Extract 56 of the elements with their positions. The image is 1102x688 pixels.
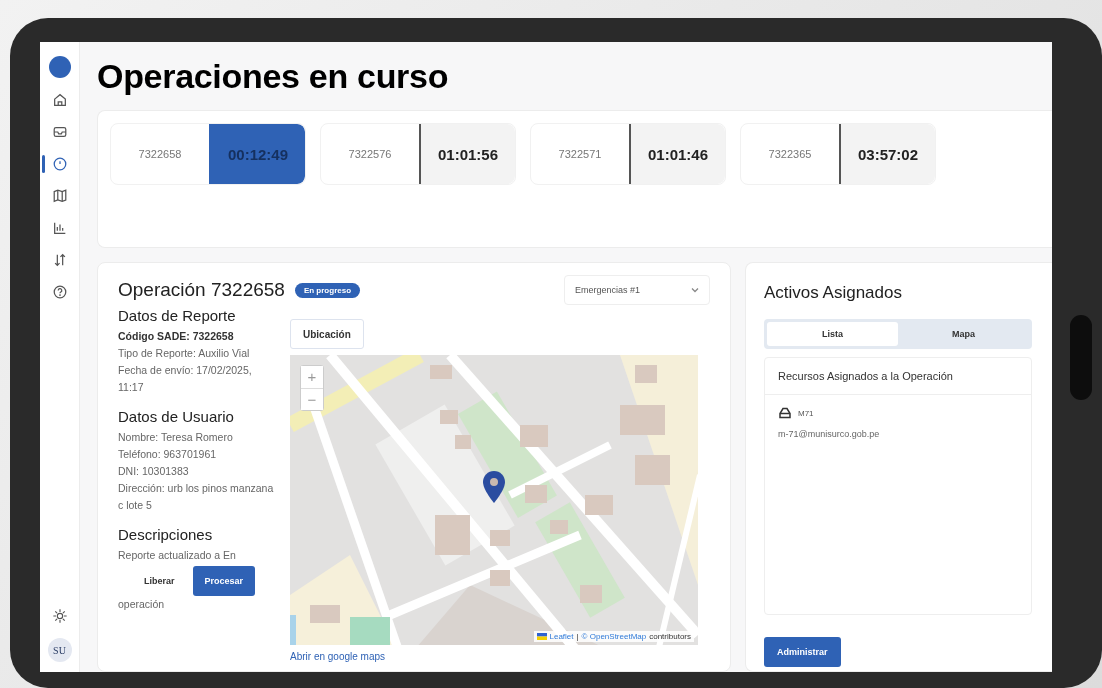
operation-code: 7322576: [347, 147, 393, 162]
info-text: Teléfono: 963701961: [118, 447, 218, 462]
operation-code: 7322658: [137, 147, 183, 162]
map-icon: [51, 188, 68, 204]
info-text: Fecha de envío: 17/02/2025, 11:17: [118, 363, 253, 395]
clock-icon: [51, 156, 68, 172]
inbox-icon: [51, 124, 68, 140]
resource-email: m-71@munisurco.gob.pe: [778, 429, 881, 439]
dropdown-value: Emergencias #1: [575, 285, 641, 295]
location-tab[interactable]: Ubicación: [290, 319, 364, 349]
operation-tab[interactable]: 7322365 03:57:02: [740, 123, 936, 185]
operation-title: Operación 7322658: [118, 279, 285, 301]
page-title: Operaciones en curso: [97, 56, 450, 96]
description-text: Reporte actualizado a En: [118, 548, 237, 563]
section-heading: Descripciones: [118, 526, 214, 543]
operation-timer: 01:01:56: [419, 124, 515, 184]
info-text: DNI: 10301383: [118, 464, 190, 479]
openstreetmap-link[interactable]: © OpenStreetMap: [581, 632, 647, 641]
sun-icon[interactable]: [51, 608, 68, 624]
status-badge: En progreso: [294, 282, 361, 298]
operation-tab[interactable]: 7322576 01:01:56: [320, 123, 516, 185]
user-avatar[interactable]: SU: [47, 638, 72, 662]
operation-timer: 03:57:02: [839, 124, 935, 184]
operation-timer: 01:01:46: [629, 124, 725, 184]
chevron-down-icon: [691, 286, 699, 294]
report-code: Código SADE: 7322658: [118, 329, 235, 344]
vehicle-icon: [778, 407, 792, 419]
home-icon: [51, 92, 68, 108]
resource-name: M71: [798, 408, 814, 418]
view-tab[interactable]: Mapa: [898, 322, 1029, 346]
description-text: operación: [118, 597, 166, 612]
app-logo: [48, 56, 71, 78]
google-maps-link[interactable]: Abrir en google maps: [290, 651, 386, 663]
location-pin-icon: [482, 470, 506, 504]
info-text: Dirección: urb los pinos manzana c lote 5: [118, 481, 275, 513]
operation-tab[interactable]: 7322658 00:12:49: [110, 123, 306, 185]
leaflet-link[interactable]: Leaflet: [549, 632, 574, 641]
flag-icon: [536, 633, 547, 640]
operation-tab[interactable]: 7322571 01:01:46: [530, 123, 726, 185]
section-heading: Datos de Usuario: [118, 408, 235, 425]
manage-button[interactable]: Administrar: [764, 637, 841, 667]
attribution-separator: |: [576, 632, 579, 641]
operation-code: 7322571: [557, 147, 603, 162]
card-title: Recursos Asignados a la Operación: [765, 358, 1031, 395]
info-text: Tipo de Reporte: Auxilio Vial: [118, 346, 251, 361]
emergency-dropdown[interactable]: Emergencias #1: [564, 275, 710, 305]
info-text: Nombre: Teresa Romero: [118, 430, 234, 445]
help-icon: [51, 284, 68, 300]
chart-icon: [51, 220, 68, 236]
operation-timer: 00:12:49: [209, 124, 305, 184]
attribution-text: contributors: [649, 632, 691, 641]
panel-title: Activos Asignados: [764, 283, 903, 303]
view-tab[interactable]: Lista: [767, 322, 898, 346]
operation-code: 7322365: [767, 147, 813, 162]
section-heading: Datos de Reporte: [118, 307, 237, 324]
process-button[interactable]: Procesar: [192, 566, 256, 596]
